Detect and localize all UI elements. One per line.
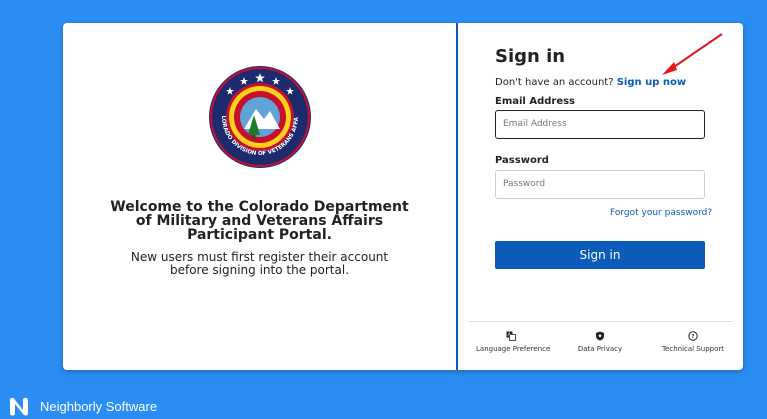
data-privacy-label: Data Privacy [577, 345, 623, 353]
svg-text:?: ? [691, 334, 694, 340]
help-icon: ? [688, 331, 698, 341]
data-privacy-link[interactable]: Data Privacy [570, 331, 630, 353]
no-account-text: Don't have an account? Sign up now [495, 77, 686, 88]
welcome-subtext: New users must first register their acco… [130, 250, 389, 277]
password-field[interactable]: Password [495, 170, 705, 199]
signin-button[interactable]: Sign in [495, 241, 705, 269]
password-placeholder: Password [503, 179, 546, 189]
veterans-affairs-seal: COLORADO DIVISION OF VETERANS AFFAIRS [208, 65, 311, 168]
email-placeholder: Email Address [503, 119, 567, 129]
no-account-label: Don't have an account? [495, 77, 614, 88]
signin-title: Sign in [495, 46, 566, 67]
language-icon: A [506, 331, 516, 341]
shield-icon [596, 331, 604, 341]
login-card: COLORADO DIVISION OF VETERANS AFFAIRS We… [63, 23, 743, 370]
technical-support-label: Technical Support [661, 345, 725, 353]
technical-support-link[interactable]: ? Technical Support [658, 331, 728, 353]
neighborly-logo-icon [10, 397, 28, 416]
brand-name: Neighborly Software [40, 398, 158, 414]
email-field[interactable]: Email Address [495, 110, 705, 139]
brand-footer: Neighborly Software [8, 396, 157, 416]
welcome-panel: COLORADO DIVISION OF VETERANS AFFAIRS We… [63, 23, 456, 370]
annotation-arrow [662, 33, 723, 75]
email-label: Email Address [495, 96, 576, 107]
password-label: Password [495, 155, 549, 166]
language-preference-link[interactable]: A Language Preference [476, 331, 550, 353]
footer-divider [468, 321, 733, 322]
signup-link[interactable]: Sign up now [617, 77, 686, 88]
welcome-heading: Welcome to the Colorado Department of Mi… [110, 199, 409, 243]
language-preference-label: Language Preference [476, 345, 551, 353]
forgot-password-link[interactable]: Forgot your password? [610, 208, 712, 218]
